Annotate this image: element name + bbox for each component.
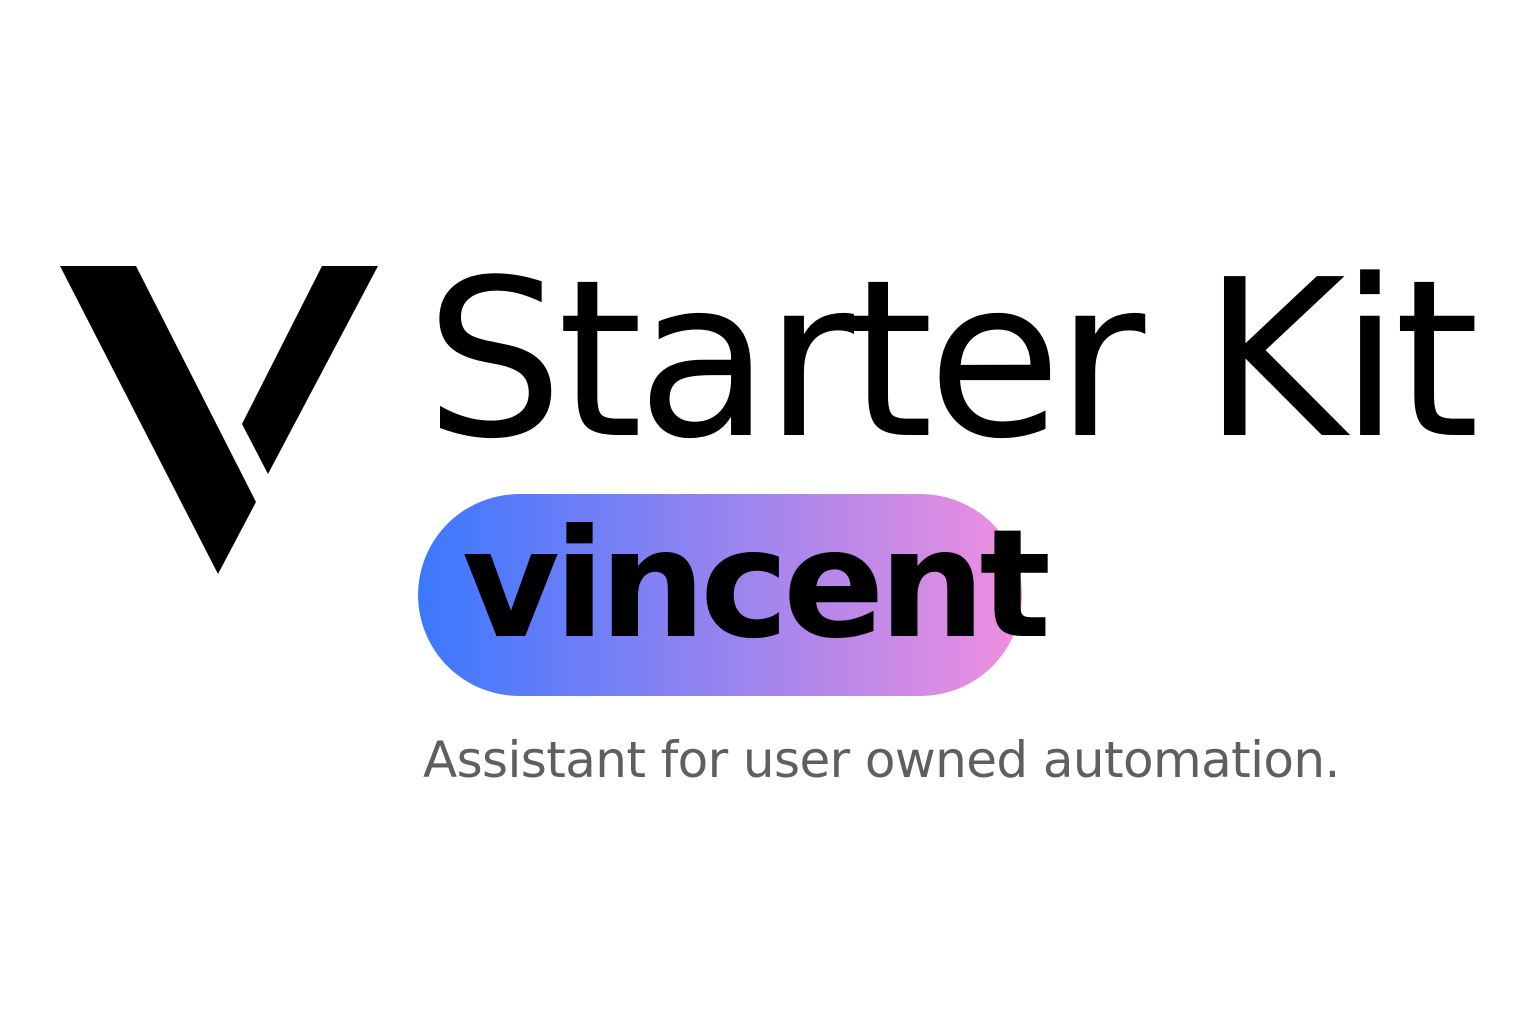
starter-kit-title: Starter Kit bbox=[425, 234, 1480, 487]
tagline: Assistant for user owned automation. bbox=[423, 731, 1340, 789]
vincent-badge-label: vincent bbox=[462, 498, 1051, 672]
v-logo-icon bbox=[60, 266, 378, 574]
